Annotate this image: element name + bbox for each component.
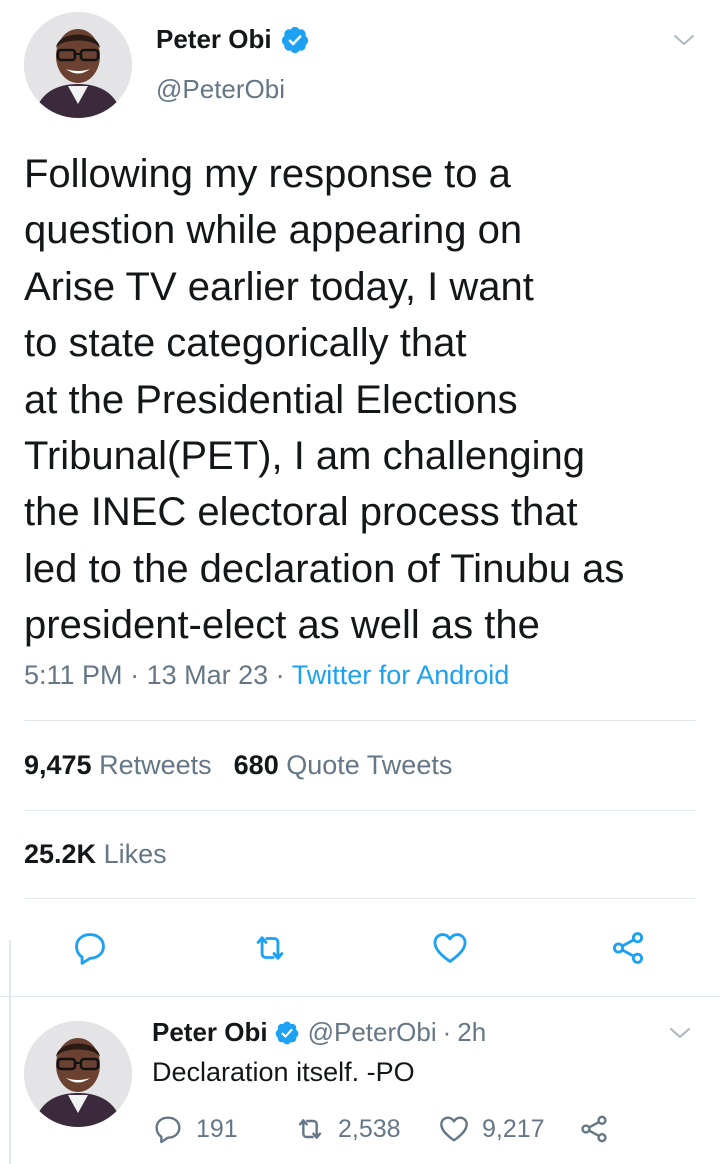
tweet-action-bar [0, 928, 720, 972]
likes-label: Likes [103, 839, 167, 869]
profile-photo [24, 12, 132, 118]
retweets-stat[interactable]: 9,475 Retweets [24, 750, 212, 780]
reply-author-handle[interactable]: @PeterObi [308, 1017, 437, 1048]
verified-badge-icon [280, 25, 310, 55]
reply-tweet[interactable]: Peter Obi @PeterObi · 2h Declaration its… [0, 997, 720, 1164]
reply-icon[interactable] [70, 928, 110, 968]
likes-count: 25.2K [24, 839, 97, 869]
quote-tweets-stat[interactable]: 680 Quote Tweets [234, 750, 453, 780]
like-button[interactable]: 9,217 [438, 1113, 545, 1145]
chevron-down-icon[interactable] [672, 28, 696, 52]
meta-separator: · [130, 660, 147, 690]
share-icon [581, 1115, 607, 1143]
divider [24, 898, 696, 899]
chevron-down-icon[interactable] [668, 1021, 692, 1045]
quote-tweets-count: 680 [233, 750, 279, 780]
likes-stat[interactable]: 25.2K Likes [24, 839, 167, 870]
verified-badge-icon [274, 1020, 300, 1046]
retweets-count: 9,475 [24, 750, 92, 780]
main-tweet: Peter Obi @PeterObi Following my respons… [0, 0, 720, 998]
retweet-count: 2,538 [338, 1114, 401, 1143]
author-display-name[interactable]: Peter Obi [156, 24, 272, 55]
author-handle[interactable]: @PeterObi [156, 74, 285, 105]
retweet-icon [298, 1119, 322, 1139]
retweet-button[interactable]: 2,538 [294, 1113, 401, 1145]
divider [24, 720, 696, 721]
reply-separator: · [442, 1017, 452, 1047]
avatar[interactable] [24, 1021, 132, 1127]
engagement-stats: 9,475 Retweets 680 Quote Tweets [24, 750, 452, 781]
profile-photo [24, 1021, 132, 1127]
tweet-source-link[interactable]: Twitter for Android [292, 660, 510, 690]
like-icon [440, 1116, 468, 1142]
reply-count: 191 [196, 1114, 238, 1143]
reply-author-name[interactable]: Peter Obi [152, 1017, 268, 1048]
reply-timestamp: 2h [457, 1017, 487, 1047]
avatar[interactable] [24, 12, 132, 118]
tweet-metadata: 5:11 PM · 13 Mar 23 · Twitter for Androi… [24, 660, 509, 691]
reply-header: Peter Obi @PeterObi · 2h [152, 1017, 486, 1048]
author-name-row[interactable]: Peter Obi [156, 24, 310, 55]
reply-action-bar: 191 2,538 9,217 [152, 1113, 712, 1149]
share-icon[interactable] [608, 928, 648, 968]
meta-separator: · [275, 660, 292, 690]
tweet-time: 5:11 PM [24, 660, 123, 690]
quote-tweets-label: Quote Tweets [286, 750, 453, 780]
divider [24, 810, 696, 811]
retweet-icon[interactable] [250, 928, 290, 968]
reply-text: Declaration itself. -PO [152, 1057, 415, 1087]
share-button[interactable] [578, 1113, 622, 1145]
reply-icon [155, 1116, 181, 1144]
like-count: 9,217 [482, 1114, 545, 1143]
tweet-text: Following my response to a question whil… [24, 152, 625, 648]
reply-button[interactable]: 191 [152, 1113, 238, 1145]
tweet-date: 13 Mar 23 [146, 660, 269, 690]
retweets-label: Retweets [99, 750, 212, 780]
like-icon[interactable] [430, 928, 470, 968]
